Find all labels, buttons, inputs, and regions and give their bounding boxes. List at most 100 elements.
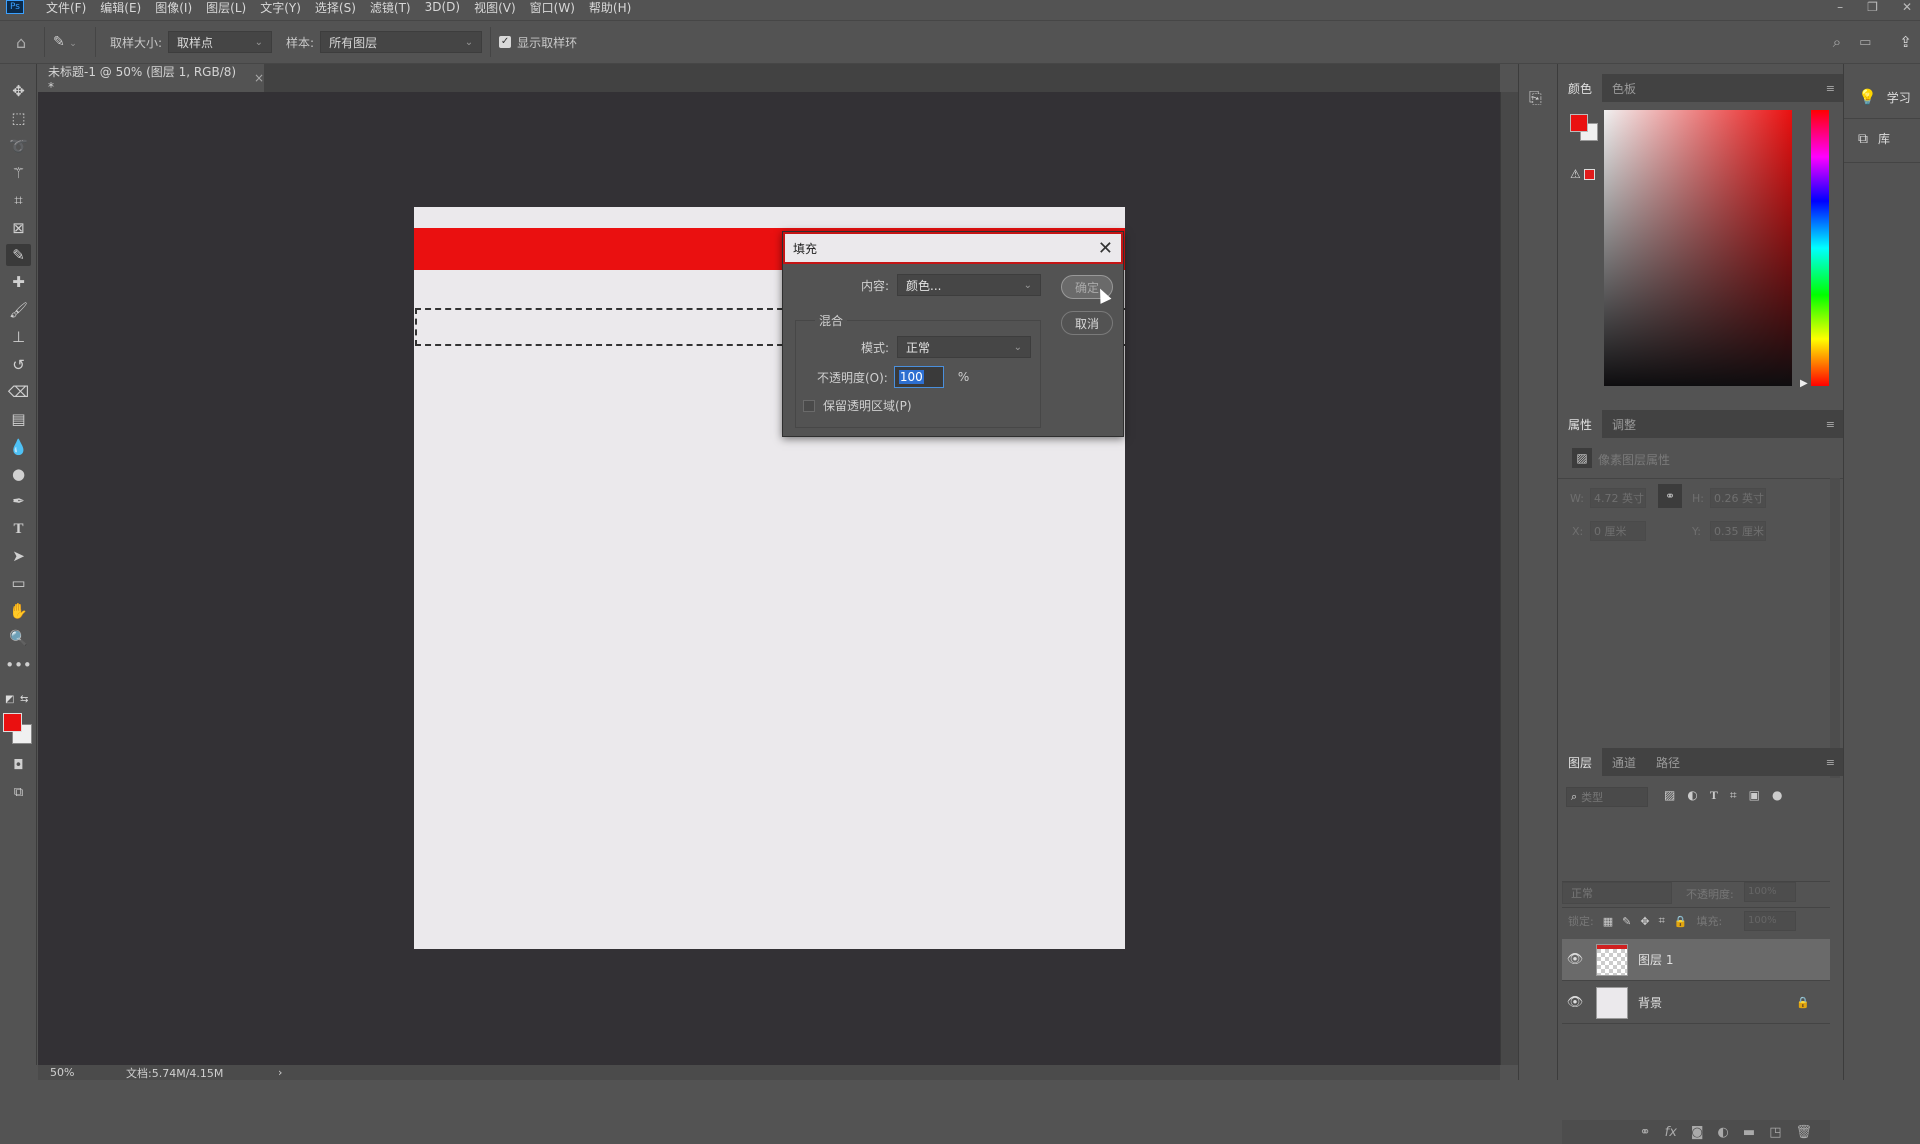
lock-pixels-icon[interactable]: ✎ (1622, 915, 1631, 928)
screen-mode-icon[interactable]: ⧉ (6, 781, 31, 803)
color-panel-fg-swatch[interactable] (1570, 114, 1588, 132)
menu-image[interactable]: 图像(I) (155, 0, 192, 16)
menu-window[interactable]: 窗口(W) (530, 0, 575, 16)
preserve-transparency-checkbox[interactable] (803, 399, 815, 412)
tab-paths[interactable]: 路径 (1646, 748, 1690, 776)
dodge-tool-icon[interactable]: ● (6, 463, 31, 485)
move-tool-icon[interactable]: ✥ (6, 80, 31, 102)
eyedropper-preset-icon[interactable]: ✎ ⌄ (53, 34, 87, 50)
layer-style-icon[interactable]: fx (1665, 1125, 1677, 1140)
swap-colors-icon[interactable]: ⇆ (20, 694, 28, 705)
height-field[interactable]: 0.26 英寸 (1710, 488, 1766, 508)
gamut-warning-icon[interactable]: ⚠ (1570, 167, 1581, 181)
lasso-tool-icon[interactable]: ➰ (6, 135, 31, 157)
close-tab-icon[interactable]: × (254, 71, 264, 85)
filter-toggle-icon[interactable]: ● (1772, 788, 1782, 803)
new-layer-icon[interactable]: ◳ (1769, 1125, 1781, 1140)
add-mask-icon[interactable]: ◙ (1691, 1125, 1704, 1140)
tab-channels[interactable]: 通道 (1602, 748, 1646, 776)
default-colors-icon[interactable]: ◩ (5, 694, 14, 705)
link-dimensions-icon[interactable]: ⚭ (1658, 484, 1682, 508)
layer-filter-input[interactable]: ⌕ 类型 (1566, 787, 1648, 807)
visibility-eye-icon[interactable]: 👁 (1562, 995, 1588, 1010)
filter-shape-icon[interactable]: ⌗ (1730, 788, 1737, 803)
zoom-tool-icon[interactable]: 🔍 (6, 627, 31, 649)
blur-tool-icon[interactable]: 💧 (6, 436, 31, 458)
clone-stamp-tool-icon[interactable]: ⊥ (6, 326, 31, 348)
home-icon[interactable]: ⌂ (16, 33, 36, 52)
panel-menu-icon[interactable]: ≡ (1826, 756, 1835, 769)
tab-adjustments[interactable]: 调整 (1602, 410, 1646, 438)
menu-edit[interactable]: 编辑(E) (100, 0, 141, 16)
share-icon[interactable]: ⇪ (1899, 33, 1912, 51)
marquee-tool-icon[interactable]: ⬚ (6, 107, 31, 129)
color-field[interactable] (1604, 110, 1792, 386)
menu-select[interactable]: 选择(S) (315, 0, 356, 16)
rectangle-tool-icon[interactable]: ▭ (6, 572, 31, 594)
gamut-color-swatch[interactable] (1584, 169, 1595, 180)
width-field[interactable]: 4.72 英寸 (1590, 488, 1646, 508)
workspace-icon[interactable]: ▭ (1859, 35, 1871, 50)
layer-row-layer1[interactable]: 👁 图层 1 (1562, 939, 1830, 981)
dialog-title-bar[interactable]: 填充 ✕ (783, 232, 1123, 264)
history-panel-icon[interactable]: ⎘ (1529, 88, 1542, 108)
path-selection-tool-icon[interactable]: ➤ (6, 545, 31, 567)
lock-transparent-icon[interactable]: ▦ (1603, 915, 1613, 928)
layer-opacity-field[interactable]: 100% (1744, 882, 1796, 902)
cancel-button[interactable]: 取消 (1061, 311, 1113, 335)
visibility-eye-icon[interactable]: 👁 (1562, 952, 1588, 967)
filter-adjustment-icon[interactable]: ◐ (1687, 788, 1697, 803)
tab-swatches[interactable]: 色板 (1602, 74, 1646, 102)
close-window-button[interactable]: ✕ (1902, 0, 1912, 14)
opacity-input[interactable]: 100 (893, 366, 944, 388)
sample-dropdown[interactable]: 所有图层 ⌄ (320, 31, 483, 53)
filter-smart-object-icon[interactable]: ▣ (1749, 788, 1760, 803)
eraser-tool-icon[interactable]: ⌫ (6, 381, 31, 403)
adjustment-layer-icon[interactable]: ◐ (1718, 1125, 1729, 1140)
lock-all-icon[interactable]: 🔒 (1674, 915, 1688, 928)
history-brush-tool-icon[interactable]: ↺ (6, 354, 31, 376)
panel-menu-icon[interactable]: ≡ (1826, 82, 1835, 95)
crop-tool-icon[interactable]: ⌗ (6, 189, 31, 211)
frame-tool-icon[interactable]: ⊠ (6, 217, 31, 239)
link-layers-icon[interactable]: ⚭ (1640, 1125, 1651, 1140)
restore-button[interactable]: ❐ (1867, 0, 1878, 14)
gradient-tool-icon[interactable]: ▤ (6, 408, 31, 430)
new-group-icon[interactable]: ▬ (1743, 1125, 1755, 1140)
search-icon[interactable]: ⌕ (1833, 33, 1841, 51)
menu-layer[interactable]: 图层(L) (206, 0, 246, 16)
eyedropper-tool-icon[interactable]: ✎ (6, 244, 31, 266)
properties-scrollbar[interactable] (1830, 478, 1840, 778)
delete-layer-icon[interactable]: 🗑 (1795, 1125, 1812, 1140)
x-field[interactable]: 0 厘米 (1590, 521, 1646, 541)
show-ring-checkbox[interactable]: ✓ (499, 36, 512, 48)
lock-artboard-icon[interactable]: ⌗ (1659, 914, 1665, 928)
status-menu-arrow[interactable]: › (278, 1066, 282, 1079)
hue-slider-handle[interactable]: ▶ (1800, 378, 1808, 389)
menu-type[interactable]: 文字(Y) (260, 0, 301, 16)
lock-position-icon[interactable]: ✥ (1640, 915, 1649, 928)
layer-row-background[interactable]: 👁 背景 🔒 (1562, 982, 1830, 1024)
quick-mask-icon[interactable]: ◘ (6, 754, 31, 776)
menu-filter[interactable]: 滤镜(T) (370, 0, 411, 16)
content-dropdown[interactable]: 颜色... ⌄ (897, 274, 1041, 296)
libraries-button[interactable]: ⧉ 库 (1858, 130, 1890, 147)
zoom-level[interactable]: 50% (50, 1066, 126, 1079)
healing-brush-tool-icon[interactable]: ✚ (6, 271, 31, 293)
panel-menu-icon[interactable]: ≡ (1826, 418, 1835, 431)
mode-dropdown[interactable]: 正常 ⌄ (897, 336, 1031, 358)
sample-size-dropdown[interactable]: 取样点 ⌄ (168, 31, 273, 53)
foreground-color-swatch[interactable] (3, 713, 22, 732)
minimize-button[interactable]: – (1837, 0, 1843, 14)
blend-mode-dropdown[interactable]: 正常 (1562, 882, 1672, 904)
y-field[interactable]: 0.35 厘米 (1710, 521, 1766, 541)
learn-button[interactable]: 💡 学习 (1858, 88, 1911, 106)
menu-help[interactable]: 帮助(H) (589, 0, 631, 16)
dialog-close-icon[interactable]: ✕ (1098, 238, 1113, 259)
filter-pixel-icon[interactable]: ▨ (1664, 788, 1675, 803)
document-tab[interactable]: 未标题-1 @ 50% (图层 1, RGB/8) * × (38, 64, 264, 94)
hue-slider[interactable] (1811, 110, 1829, 386)
more-tools-icon[interactable]: ••• (5, 654, 32, 676)
panel-collapse-strip[interactable] (1500, 92, 1518, 1065)
menu-file[interactable]: 文件(F) (46, 0, 86, 16)
